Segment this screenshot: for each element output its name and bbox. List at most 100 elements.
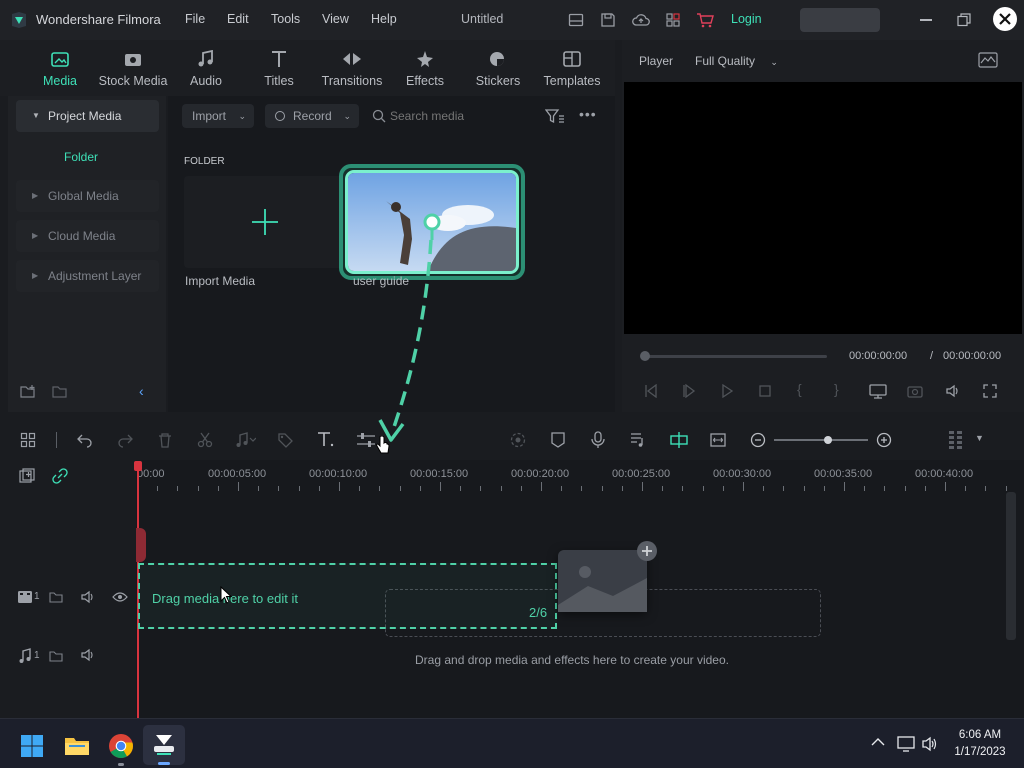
delete-icon[interactable] [157, 432, 173, 448]
chevron-down-icon[interactable]: ▼ [975, 433, 984, 443]
fit-timeline-icon[interactable] [710, 432, 726, 448]
marker-shield-icon[interactable] [551, 432, 565, 448]
folder-lock-icon[interactable] [49, 591, 63, 603]
clip-thumbnail-image [348, 173, 516, 271]
zoom-in-icon[interactable] [876, 432, 892, 448]
sidebar-item-cloud-media[interactable]: ▶ Cloud Media [16, 220, 159, 252]
tab-effects[interactable]: Effects [402, 40, 448, 96]
snapshot-chart-icon[interactable] [978, 52, 998, 68]
zoom-slider-handle[interactable] [824, 436, 832, 444]
search-input[interactable] [390, 105, 540, 127]
menu-edit[interactable]: Edit [227, 12, 249, 26]
network-display-icon[interactable] [897, 736, 915, 752]
tab-audio[interactable]: Audio [183, 40, 229, 96]
link-icon[interactable] [52, 468, 68, 484]
menu-file[interactable]: File [185, 12, 205, 26]
layout-grid-icon[interactable] [20, 432, 36, 448]
speaker-icon[interactable] [921, 736, 939, 752]
fullscreen-icon[interactable] [983, 384, 997, 398]
stop-icon[interactable] [758, 384, 772, 398]
play-icon[interactable] [720, 384, 734, 398]
save-icon[interactable] [600, 12, 616, 28]
audio-edit-icon[interactable] [234, 432, 256, 448]
import-dropdown[interactable]: Import ⌄ [182, 104, 254, 128]
tab-templates[interactable]: Templates [541, 40, 603, 96]
sidebar-item-global-media[interactable]: ▶ Global Media [16, 180, 159, 212]
zoom-slider-track[interactable] [774, 439, 868, 441]
cart-icon[interactable] [696, 12, 714, 28]
ruler-label: 00:00:15:00 [410, 468, 469, 480]
import-media-tile[interactable] [184, 176, 347, 268]
clip-thumbnail-user-guide[interactable] [345, 170, 519, 274]
layout-icon[interactable] [568, 12, 584, 28]
cloud-upload-icon[interactable] [632, 12, 650, 28]
new-folder-icon[interactable] [20, 385, 36, 399]
redo-icon[interactable] [117, 432, 133, 448]
track-visibility-eye-icon[interactable] [112, 591, 128, 603]
volume-icon[interactable] [945, 384, 961, 398]
chrome-icon[interactable] [108, 733, 134, 759]
mark-out-icon[interactable]: } [834, 381, 839, 397]
document-title: Untitled [461, 12, 504, 26]
file-explorer-icon[interactable] [64, 735, 90, 757]
more-options-icon[interactable]: ••• [579, 106, 597, 122]
tab-titles[interactable]: Titles [256, 40, 302, 96]
camera-snapshot-icon[interactable] [907, 384, 923, 398]
cut-icon[interactable] [197, 432, 213, 448]
apps-grid-icon[interactable] [665, 12, 681, 28]
taskbar-filmora-button[interactable] [143, 725, 185, 765]
menu-help[interactable]: Help [371, 12, 397, 26]
text-tool-icon[interactable] [316, 430, 336, 448]
zoom-out-icon[interactable] [750, 432, 766, 448]
menu-view[interactable]: View [322, 12, 349, 26]
restore-icon[interactable] [957, 13, 971, 27]
tab-stickers[interactable]: Stickers [472, 40, 524, 96]
guide-drop-highlight[interactable]: Drag media here to edit it 2/6 [138, 563, 557, 629]
play-reverse-icon[interactable] [682, 384, 696, 398]
add-track-icon[interactable] [19, 468, 35, 484]
previous-frame-icon[interactable] [644, 384, 658, 398]
quality-dropdown[interactable]: Full Quality ⌄ [695, 54, 778, 68]
magnet-snap-icon[interactable] [670, 431, 688, 449]
adjust-sliders-icon[interactable] [356, 432, 376, 448]
minimize-icon[interactable] [920, 19, 932, 21]
timeline-scrollbar[interactable] [1006, 492, 1016, 640]
login-button[interactable]: Login [731, 12, 762, 26]
track-volume-icon[interactable] [80, 648, 96, 662]
mark-in-icon[interactable]: { [797, 381, 802, 397]
render-preview-icon[interactable] [510, 432, 526, 448]
clock-date[interactable]: 1/17/2023 [947, 746, 1013, 758]
tab-transitions[interactable]: Transitions [318, 40, 386, 96]
collapse-chevron-icon[interactable]: ‹ [139, 383, 144, 399]
playhead-handle[interactable] [134, 461, 142, 471]
tab-stock-media[interactable]: Stock Media [96, 40, 170, 96]
record-dropdown[interactable]: Record ⌄ [265, 104, 359, 128]
clock-time[interactable]: 6:06 AM [955, 729, 1005, 741]
tag-icon[interactable] [277, 432, 293, 448]
audio-list-icon[interactable] [630, 432, 646, 448]
sidebar-item-adjustment-layer[interactable]: ▶ Adjustment Layer [16, 260, 159, 292]
time-ruler[interactable]: 00:00 00:00:05:00 00:00:10:00 00:00:15:0… [137, 460, 1007, 492]
display-icon[interactable] [869, 384, 887, 400]
track-volume-icon[interactable] [80, 590, 96, 604]
playback-progress-bar[interactable] [644, 355, 827, 358]
folder-icon[interactable] [52, 385, 68, 399]
search-icon [372, 109, 386, 123]
undo-icon[interactable] [77, 432, 93, 448]
export-button[interactable] [800, 8, 880, 32]
hand-cursor-icon [376, 436, 390, 454]
chevron-up-icon[interactable] [871, 737, 885, 747]
mouse-pointer-icon [220, 586, 232, 604]
playhead-drag-tab[interactable] [136, 528, 146, 562]
microphone-icon[interactable] [591, 431, 605, 449]
sidebar-item-project-media[interactable]: ▼ Project Media [16, 100, 159, 132]
filter-icon[interactable] [545, 108, 565, 124]
sidebar-item-folder[interactable]: Folder [64, 150, 98, 164]
menu-tools[interactable]: Tools [271, 12, 300, 26]
track-layout-icon[interactable] [948, 430, 964, 450]
close-icon[interactable] [993, 7, 1017, 31]
tab-media[interactable]: Media [37, 40, 83, 96]
windows-start-icon[interactable] [20, 734, 44, 758]
folder-lock-icon[interactable] [49, 650, 63, 662]
playback-scrubber-handle[interactable] [640, 351, 650, 361]
